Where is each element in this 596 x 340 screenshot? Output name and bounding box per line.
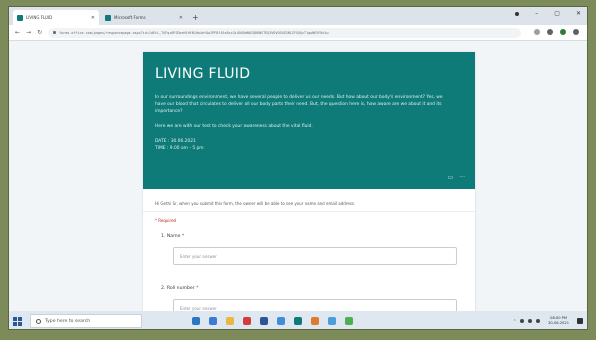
profile-avatar-icon[interactable]: [560, 29, 566, 35]
banner-actions: ▭ ···: [448, 174, 465, 181]
address-bar[interactable]: forms.office.com/pages/responsepage.aspx…: [48, 27, 521, 38]
edge-icon[interactable]: [209, 317, 217, 325]
tab-microsoft-forms[interactable]: Microsoft Forms ✕: [101, 10, 187, 25]
network-icon[interactable]: [520, 319, 525, 323]
search-placeholder: Type here to search: [45, 318, 91, 324]
tab-living-fluid[interactable]: LIVING FLUID ✕: [13, 10, 99, 25]
form-description: In our surroundings environment, we have…: [155, 95, 443, 114]
form-date: DATE : 30.06.2021: [155, 139, 196, 144]
roll-number-input-placeholder: Enter your answer: [180, 305, 217, 311]
new-tab-button[interactable]: +: [192, 10, 199, 25]
question-roll-number-label: 2. Roll number *: [161, 286, 199, 291]
search-icon: [36, 318, 41, 324]
file-explorer-icon[interactable]: [226, 317, 234, 325]
taskbar-apps: [192, 317, 353, 325]
star-bookmark-icon[interactable]: [534, 29, 540, 35]
chrome-icon[interactable]: [345, 317, 353, 325]
desktop-screen: LIVING FLUID ✕ Microsoft Forms ✕ + – ▢ ✕…: [8, 6, 588, 330]
office-icon[interactable]: [243, 317, 251, 325]
notification-center-icon[interactable]: [577, 318, 583, 324]
volume-icon[interactable]: [536, 319, 541, 323]
forms-favicon-icon: [105, 14, 111, 21]
browser-tab-strip: LIVING FLUID ✕ Microsoft Forms ✕ + – ▢ ✕: [9, 7, 587, 25]
form-card: LIVING FLUID In our surroundings environ…: [143, 52, 475, 328]
reload-icon[interactable]: ↻: [37, 29, 42, 36]
taskbar-clock[interactable]: 08:00 PM 30-06-2021: [548, 316, 569, 326]
required-label: * Required: [155, 218, 177, 223]
form-time: TIME : 9.00 am - 5 pm: [155, 146, 204, 151]
forward-icon[interactable]: →: [26, 29, 31, 36]
identity-note: Hi Gethi Sr, when you submit this form, …: [155, 201, 356, 206]
clock-date: 30-06-2021: [548, 321, 569, 325]
browser-toolbar: ← → ↻ forms.office.com/pages/responsepag…: [9, 25, 587, 41]
system-tray: ^ 08:00 PM 30-06-2021: [513, 316, 583, 326]
question-name-label: 1. Name *: [161, 234, 185, 239]
minimize-icon[interactable]: –: [535, 10, 538, 17]
forms-app-icon[interactable]: [294, 317, 302, 325]
mail-icon[interactable]: [277, 317, 285, 325]
name-input[interactable]: Enter your answer: [173, 247, 457, 265]
lock-icon: [53, 31, 57, 34]
form-schedule: DATE : 30.06.2021 TIME : 9.00 am - 5 pm: [155, 138, 463, 152]
back-icon[interactable]: ←: [15, 29, 20, 36]
form-invite-text: Here we are with our test to check your …: [155, 124, 313, 129]
task-view-icon[interactable]: [192, 317, 200, 325]
forms-favicon-icon: [17, 14, 23, 21]
extension-area: [534, 29, 579, 35]
tab-label: LIVING FLUID: [26, 15, 53, 20]
windows-start-icon[interactable]: [13, 316, 22, 326]
profile-icon[interactable]: [515, 12, 520, 16]
url-text: forms.office.com/pages/responsepage.aspx…: [59, 30, 329, 35]
name-input-placeholder: Enter your answer: [180, 253, 217, 259]
form-title: LIVING FLUID: [155, 66, 251, 82]
form-header-banner: LIVING FLUID In our surroundings environ…: [143, 52, 475, 189]
menu-kebab-icon[interactable]: [573, 29, 579, 35]
window-controls: – ▢ ✕: [515, 10, 581, 17]
immersive-reader-icon[interactable]: ▭: [448, 174, 454, 181]
more-options-icon[interactable]: ···: [459, 174, 465, 181]
close-tab-icon[interactable]: ✕: [179, 15, 183, 21]
tab-label: Microsoft Forms: [114, 15, 146, 20]
close-tab-icon[interactable]: ✕: [91, 15, 95, 21]
windows-taskbar: Type here to search ^ 08:00 PM 30-06-202…: [9, 311, 587, 329]
show-hidden-icons-icon[interactable]: ^: [513, 319, 516, 323]
divider: [143, 211, 475, 212]
extensions-icon[interactable]: [547, 29, 553, 35]
store-icon[interactable]: [260, 317, 268, 325]
page-content: LIVING FLUID In our surroundings environ…: [9, 41, 587, 328]
photos-icon[interactable]: [328, 317, 336, 325]
taskbar-search-box[interactable]: Type here to search: [30, 314, 142, 328]
maximize-icon[interactable]: ▢: [554, 10, 560, 17]
battery-icon[interactable]: [528, 319, 533, 323]
close-window-icon[interactable]: ✕: [576, 10, 581, 17]
firefox-icon[interactable]: [311, 317, 319, 325]
